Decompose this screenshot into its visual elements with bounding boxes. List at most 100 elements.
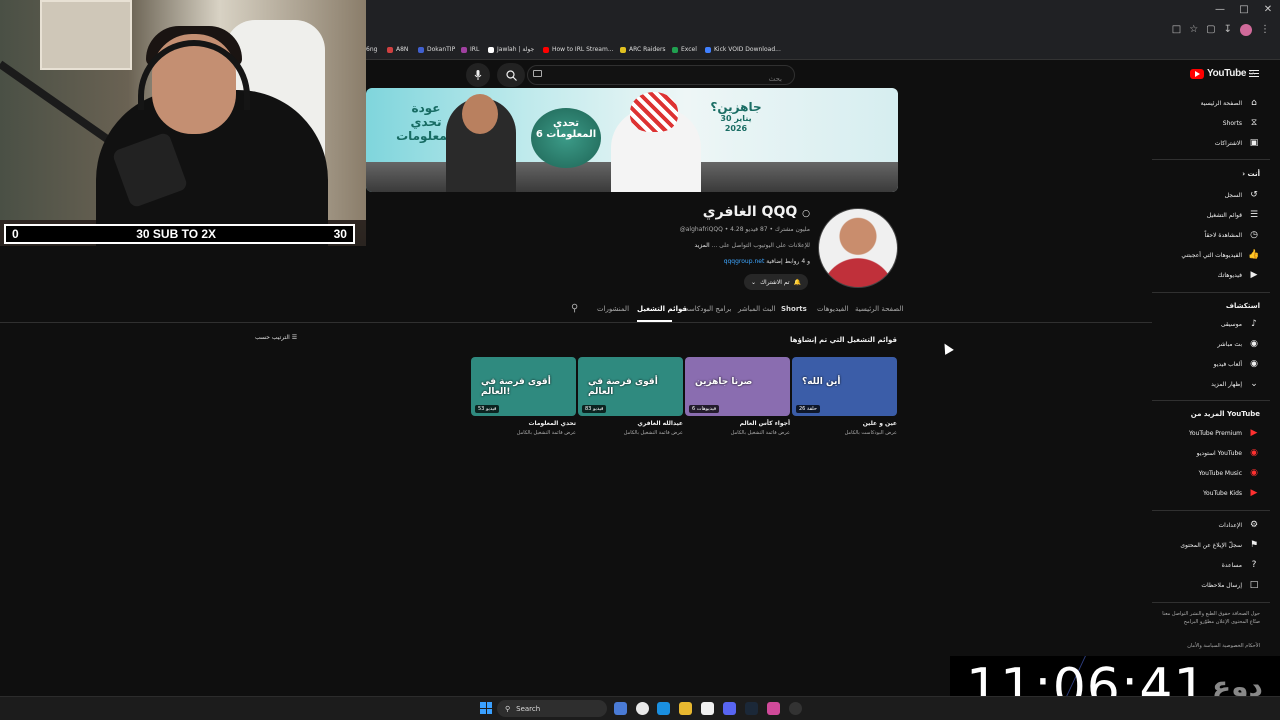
playlist-thumbnail[interactable]: أين الله؟ 26 حلقة [792,357,897,416]
youtube-logo[interactable]: YouTube SA [1190,68,1255,79]
sidebar-item-yt-music[interactable]: YouTube Music ◉ [1199,468,1260,478]
discord-icon[interactable] [723,702,736,715]
minimize-icon[interactable]: — [1208,0,1232,20]
bookmark-item[interactable]: 6ng [366,40,377,60]
voice-search-button[interactable] [466,63,490,87]
playlist-name[interactable]: عين و علين [792,420,897,427]
sidebar-item-settings[interactable]: الإعدادات ⚙ [1219,520,1260,530]
steam-icon[interactable] [745,702,758,715]
keyboard-icon[interactable] [533,70,542,77]
menu-icon[interactable]: ⋮ [1260,24,1270,36]
app-icon[interactable] [767,702,780,715]
description-more[interactable]: المزيد [695,242,710,249]
playlist-card[interactable]: أقوى فرصة في العالم! 53 فيديو تحدي المعل… [471,357,576,436]
playlist-thumbnail[interactable]: أقوى فرصة في العالم 83 فيديو [578,357,683,416]
like-icon: 👍 [1248,250,1260,260]
playlist-thumbnail[interactable]: أقوى فرصة في العالم! 53 فيديو [471,357,576,416]
sidebar-item-gaming[interactable]: ألعاب فيديو ◉ [1214,359,1260,369]
downloads-icon[interactable]: ↧ [1224,24,1232,36]
cast-icon[interactable]: □ [1172,24,1181,36]
sidebar-item-live[interactable]: بث مباشر ◉ [1217,339,1260,349]
playlist-view-link[interactable]: عرض قائمة التشغيل بالكامل [685,430,790,436]
bookmark-item[interactable]: Excel [672,40,697,60]
tab-posts[interactable]: المنشورات [597,305,629,313]
tab-playlists[interactable]: قوائم التشغيل [637,305,687,313]
channel-link[interactable]: qqqgroup.net [724,258,765,265]
playlist-card[interactable]: أقوى فرصة في العالم 83 فيديو عيدالله الغ… [578,357,683,436]
edge-icon[interactable] [657,702,670,715]
sidebar-item-report-history[interactable]: سجلّ الإبلاغ عن المحتوى ⚑ [1180,540,1260,550]
settings-icon: ⚙ [1249,520,1259,530]
playlist-view-link[interactable]: عرض قائمة التشغيل بالكامل [471,430,576,436]
channel-search-icon[interactable]: ⚲ [571,303,578,314]
sidebar-item-watch-later[interactable]: المشاهدة لاحقاً ◷ [1204,230,1260,240]
bookmark-item[interactable]: DokanTIP [418,40,455,60]
yt-kids-icon: ▶ [1250,488,1258,498]
extensions-icon[interactable]: ▢ [1206,24,1215,36]
maximize-icon[interactable]: □ [1232,0,1256,20]
sidebar-item-yt-studio[interactable]: استوديو YouTube ◉ [1197,448,1260,458]
bookmark-item[interactable]: Kick VOID Download... [705,40,781,60]
taskbar-search[interactable]: ⚲ Search [497,700,607,717]
copilot-icon[interactable] [614,702,627,715]
flag-icon: ⚑ [1249,540,1259,550]
channel-avatar[interactable] [818,208,898,288]
sidebar-footer-policies[interactable]: الأحكام الخصوصية السياسة والأمان [1160,642,1260,650]
sidebar-item-subscriptions[interactable]: الاشتراكات ▣ [1215,138,1260,148]
tab-podcasts[interactable]: برامج البودكاست [682,305,731,313]
profile-avatar[interactable] [1240,24,1252,36]
subscribed-button[interactable]: ⌄ تم الاشتراك 🔔 [744,274,808,290]
playlist-name[interactable]: عيدالله الغافري [578,420,683,427]
sidebar-item-yt-kids[interactable]: YouTube Kids ▶ [1203,488,1260,498]
playlist-view-link[interactable]: عرض قائمة التشغيل بالكامل [578,430,683,436]
sidebar-item-liked[interactable]: الفيديوهات التي أعجبتني 👍 [1181,250,1260,260]
obs-icon[interactable] [789,702,802,715]
playlist-name[interactable]: تحدي المعلومات [471,420,576,427]
tab-shorts[interactable]: Shorts [781,305,807,313]
bookmark-item[interactable]: Jawlah | جولة [488,40,534,60]
playlist-card[interactable]: أين الله؟ 26 حلقة عين و علين عرض البودكا… [792,357,897,436]
sidebar-item-your-videos[interactable]: فيديوهاتك ▶ [1218,270,1260,280]
sidebar-item-music[interactable]: موسيقى ♪ [1221,319,1260,329]
bookmark-item[interactable]: A8N [387,40,408,60]
file-explorer-icon[interactable] [679,702,692,715]
channel-description[interactable]: للإعلانات على اليوتيوب التواصل على ... ا… [695,242,810,249]
playlist-thumbnail[interactable]: صرنا جاهزين 6 فيديوهات [685,357,790,416]
bookmark-item[interactable]: ARC Raiders [620,40,666,60]
sidebar-item-playlists[interactable]: قوائم التشغيل ☰ [1207,210,1260,220]
windows-start-icon[interactable] [480,702,492,714]
bookmark-item[interactable]: IRL [461,40,479,60]
sidebar-item-label: استوديو YouTube [1196,449,1242,457]
sidebar-item-label: مساعدة [1221,561,1242,569]
star-icon[interactable]: ☆ [1189,24,1198,36]
home-icon: ⌂ [1251,98,1257,108]
playlist-view-link[interactable]: عرض البودكاست بالكامل [792,430,897,436]
channel-link-extra[interactable]: و 4 روابط إضافية [766,258,810,265]
tab-live[interactable]: البث المباشر [738,305,775,313]
sidebar-item-shorts[interactable]: Shorts ⧖ [1223,118,1260,128]
playlist-card[interactable]: صرنا جاهزين 6 فيديوهات أجواء كأس العالم … [685,357,790,436]
chrome-icon[interactable] [636,702,649,715]
bookmark-label: Excel [681,46,697,53]
sidebar-item-help[interactable]: مساعدة? [1222,560,1260,570]
sidebar-item-history[interactable]: السجل ↺ [1225,190,1260,200]
playlist-name[interactable]: أجواء كأس العالم [685,420,790,427]
sidebar-item-feedback[interactable]: إرسال ملاحظات □ [1201,580,1260,590]
search-field[interactable] [527,65,795,88]
bookmark-item[interactable]: How to IRL Stream... [543,40,614,60]
sort-button[interactable]: الترتيب حسب ☰ [255,334,297,341]
search-input[interactable] [528,70,794,88]
tab-videos[interactable]: الفيديوهات [817,305,848,313]
sidebar-item-yt-premium[interactable]: YouTube Premium ▶ [1189,428,1260,438]
window-controls: — □ ✕ [1208,0,1280,20]
sidebar-you-header[interactable]: › أنت [1242,170,1260,178]
channel-links[interactable]: qqqgroup.net و 4 روابط إضافية [724,258,810,265]
search-button[interactable] [497,63,525,87]
close-icon[interactable]: ✕ [1256,0,1280,20]
sidebar-item-show-more[interactable]: إظهار المزيد ⌄ [1211,379,1260,389]
sidebar-item-home[interactable]: الصفحة الرئيسية ⌂ [1201,98,1260,108]
sidebar-footer-links[interactable]: حول الصحافة حقوق الطبع والنشر التواصل مع… [1160,610,1260,626]
tab-home[interactable]: الصفحة الرئيسية [855,305,903,313]
sidebar-divider [1152,292,1270,293]
calendar-icon[interactable] [701,702,714,715]
